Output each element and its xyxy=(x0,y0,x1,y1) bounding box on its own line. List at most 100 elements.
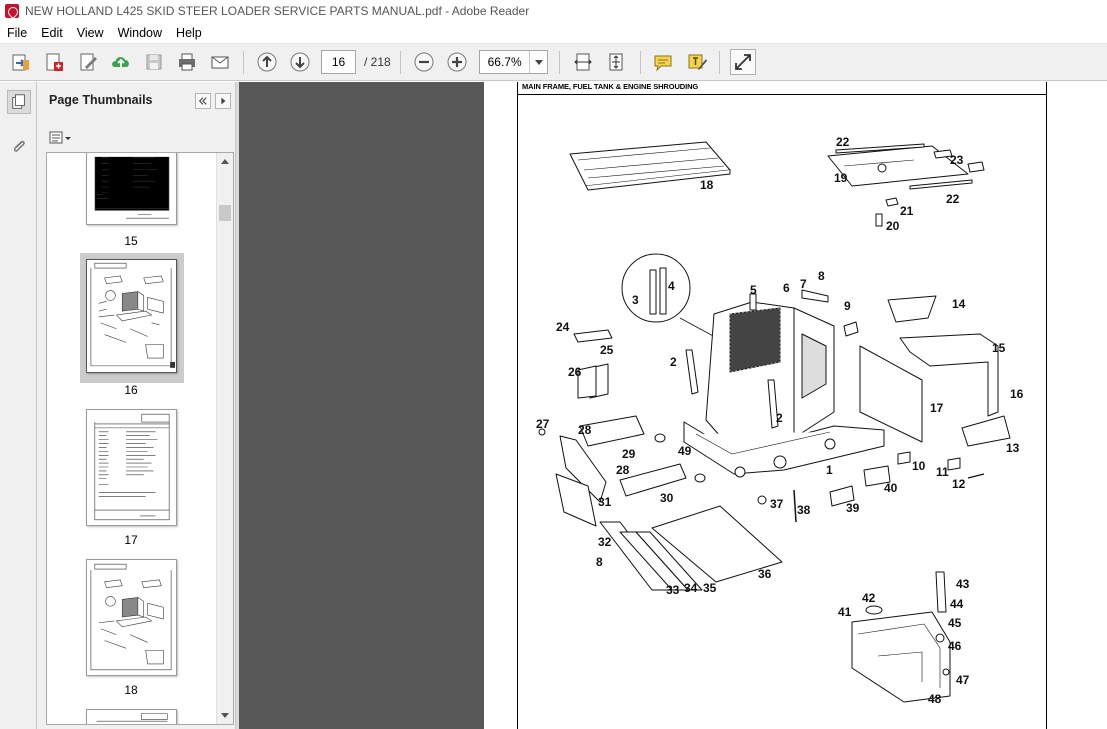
cloud-upload-icon xyxy=(112,57,129,68)
triangle-right-icon xyxy=(221,97,226,105)
page-preview xyxy=(94,156,170,219)
callout-label: 25 xyxy=(600,343,614,357)
upload-button[interactable] xyxy=(108,49,134,75)
callout-label: 27 xyxy=(536,417,550,431)
callout-label: 11 xyxy=(936,465,949,479)
callout-label: 40 xyxy=(884,481,898,495)
callout-label: 8 xyxy=(818,269,825,283)
callout-label: 28 xyxy=(578,423,592,437)
zoom-out-button[interactable] xyxy=(411,49,437,75)
menu-file[interactable]: File xyxy=(0,26,34,40)
page-thumbnails-panel: Page Thumbnails 15 16 17 18 xyxy=(37,82,236,729)
toolbar-separator xyxy=(400,51,401,74)
document-view[interactable]: MAIN FRAME, FUEL TANK & ENGINE SHROUDING xyxy=(239,82,1107,729)
scroll-down-arrow-icon[interactable] xyxy=(221,713,229,718)
scroll-up-arrow-icon[interactable] xyxy=(221,159,229,164)
thumbnail-label: 18 xyxy=(124,683,138,697)
callout-label: 37 xyxy=(770,497,784,511)
double-chevron-left-icon xyxy=(198,97,207,105)
callout-label: 48 xyxy=(928,692,942,706)
callout-label: 45 xyxy=(948,616,962,630)
page-thumbnails-tab[interactable] xyxy=(7,90,31,114)
thumbnail-label: 15 xyxy=(124,234,138,248)
thumbnail-options-button[interactable] xyxy=(48,130,76,146)
attachments-tab[interactable] xyxy=(7,134,31,158)
chevron-down-icon[interactable] xyxy=(529,51,547,73)
thumbnail-page-15[interactable] xyxy=(86,153,177,225)
menu-help[interactable]: Help xyxy=(169,26,209,40)
callout-label: 16 xyxy=(1010,387,1024,401)
full-screen-button[interactable] xyxy=(730,49,756,75)
page-preview xyxy=(90,563,172,671)
callout-label: 6 xyxy=(783,281,790,295)
callout-label: 23 xyxy=(950,153,964,167)
menu-bar: File Edit View Window Help xyxy=(0,22,1107,44)
panel-title: Page Thumbnails xyxy=(49,93,153,107)
thumbnail-list[interactable]: 15 16 17 18 xyxy=(46,152,234,725)
create-pdf-icon xyxy=(46,53,63,71)
save-button[interactable] xyxy=(141,49,167,75)
thumbnail-page-17[interactable] xyxy=(86,409,177,526)
create-pdf-button[interactable] xyxy=(41,49,67,75)
callout-label: 46 xyxy=(948,639,962,653)
previous-page-button[interactable] xyxy=(254,49,280,75)
next-page-button[interactable] xyxy=(287,49,313,75)
navigation-strip xyxy=(0,82,37,729)
callout-label: 2 xyxy=(776,411,783,425)
thumbnail-page-18[interactable] xyxy=(86,559,177,676)
envelope-icon xyxy=(211,56,229,69)
print-button[interactable] xyxy=(174,49,200,75)
open-file-button[interactable] xyxy=(8,49,34,75)
callout-label: 12 xyxy=(952,477,966,491)
page-preview xyxy=(94,413,170,521)
sign-button[interactable] xyxy=(684,49,710,75)
fit-width-button[interactable] xyxy=(570,49,596,75)
scrollbar-thumb[interactable] xyxy=(219,205,231,221)
email-button[interactable] xyxy=(207,49,233,75)
arrow-down-circle-icon xyxy=(290,52,310,72)
printer-icon xyxy=(179,53,195,71)
collapse-panel-button[interactable] xyxy=(195,93,211,109)
plus-circle-icon xyxy=(447,52,467,72)
zoom-select[interactable]: 66.7% xyxy=(479,50,548,74)
callout-label: 20 xyxy=(886,219,900,233)
callout-label: 31 xyxy=(598,495,612,509)
menu-edit[interactable]: Edit xyxy=(34,26,70,40)
thumbnail-page-16[interactable] xyxy=(86,259,177,373)
exploded-parts-diagram: 1 2 2 3 4 5 6 7 8 8 9 10 11 12 13 14 15 … xyxy=(536,135,1024,706)
comment-button[interactable] xyxy=(650,49,676,75)
fit-page-button[interactable] xyxy=(603,49,629,75)
callout-label: 13 xyxy=(1006,441,1020,455)
callout-label: 14 xyxy=(952,297,966,311)
toolbar-separator xyxy=(243,51,244,74)
callout-label: 2 xyxy=(670,355,677,369)
thumbnail-page-19[interactable] xyxy=(86,709,177,724)
callout-label: 43 xyxy=(956,577,970,591)
callout-label: 28 xyxy=(616,463,630,477)
callout-label: 47 xyxy=(956,673,970,687)
callout-label: 7 xyxy=(800,277,807,291)
callout-label: 30 xyxy=(660,491,674,505)
callout-label: 24 xyxy=(556,320,570,334)
callout-label: 35 xyxy=(703,581,717,595)
expand-panel-button[interactable] xyxy=(215,93,231,109)
callout-label: 38 xyxy=(797,503,811,517)
edit-pdf-button[interactable] xyxy=(75,49,101,75)
callout-label: 22 xyxy=(836,135,850,149)
menu-view[interactable]: View xyxy=(70,26,111,40)
toolbar xyxy=(0,44,1107,81)
callout-label: 17 xyxy=(930,401,944,415)
page-preview xyxy=(96,713,168,722)
pages-icon xyxy=(12,94,25,109)
toolbar-separator xyxy=(719,51,720,74)
callout-label: 1 xyxy=(826,463,833,477)
menu-window[interactable]: Window xyxy=(111,26,169,40)
callout-label: 15 xyxy=(992,341,1006,355)
minus-circle-icon xyxy=(414,52,434,72)
page-number-input[interactable]: 16 xyxy=(321,50,356,74)
callout-label: 19 xyxy=(834,171,848,185)
zoom-in-button[interactable] xyxy=(444,49,470,75)
thumbnail-scrollbar[interactable] xyxy=(216,153,233,724)
callout-label: 49 xyxy=(678,444,692,458)
callout-label: 42 xyxy=(862,591,876,605)
